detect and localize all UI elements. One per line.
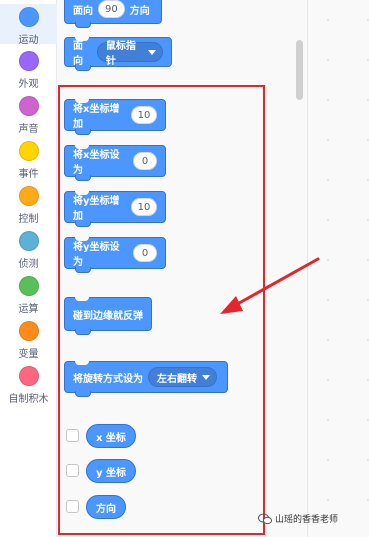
pointer-arrow-icon xyxy=(220,257,320,314)
watermark: 山瑶的香香老师 xyxy=(258,512,338,525)
wechat-icon xyxy=(258,513,272,524)
watermark-text: 山瑶的香香老师 xyxy=(275,515,339,525)
